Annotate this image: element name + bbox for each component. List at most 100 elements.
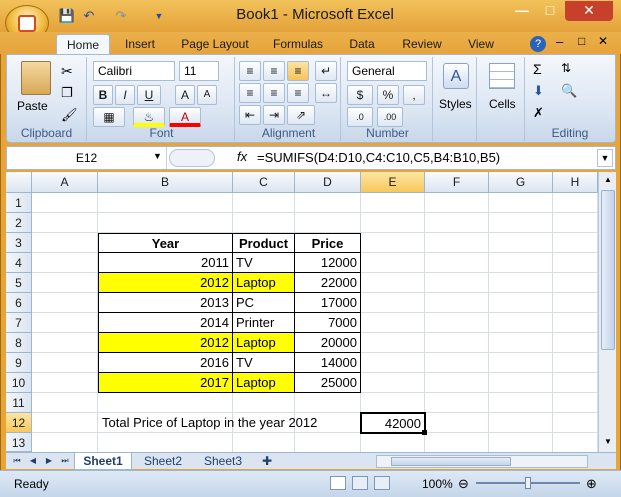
year-cell[interactable]: 2011: [98, 253, 233, 273]
price-cell[interactable]: 20000: [295, 333, 361, 353]
formula-input[interactable]: =SUMIFS(D4:D10,C4:C10,C5,B4:B10,B5): [257, 150, 500, 165]
price-cell[interactable]: 7000: [295, 313, 361, 333]
paste-button[interactable]: Paste: [17, 99, 48, 113]
column-header[interactable]: D: [295, 172, 361, 193]
row-header[interactable]: 13: [6, 433, 32, 452]
tab-review[interactable]: Review: [396, 34, 448, 54]
clear-icon[interactable]: ✗: [533, 105, 544, 121]
header-year[interactable]: Year: [98, 233, 233, 253]
row-header[interactable]: 1: [6, 193, 32, 213]
worksheet[interactable]: A B C D E F G H 1 2 3 4 5 6 7 8 9 10 11 …: [6, 172, 598, 453]
align-center-button[interactable]: ≡: [263, 83, 285, 103]
header-price[interactable]: Price: [295, 233, 361, 253]
row-header[interactable]: 6: [6, 293, 32, 313]
column-header[interactable]: F: [425, 172, 489, 193]
redo-icon[interactable]: ↷: [112, 7, 130, 25]
fill-icon[interactable]: ⬇: [533, 83, 544, 99]
zoom-out-icon[interactable]: ⊖: [458, 476, 469, 492]
column-header[interactable]: H: [553, 172, 598, 193]
formula-bar-resize-handle[interactable]: [169, 149, 215, 167]
total-label[interactable]: Total Price of Laptop in the year 2012: [99, 413, 320, 433]
align-middle-button[interactable]: ≡: [263, 61, 285, 81]
column-header[interactable]: G: [489, 172, 553, 193]
bold-button[interactable]: B: [93, 85, 113, 105]
zoom-slider-thumb[interactable]: [525, 477, 531, 489]
find-select-icon[interactable]: 🔍: [561, 83, 577, 99]
product-cell[interactable]: PC: [233, 293, 295, 313]
copy-icon[interactable]: ❐: [61, 85, 73, 101]
zoom-in-icon[interactable]: ⊕: [586, 476, 597, 492]
horizontal-scroll-thumb[interactable]: [391, 457, 511, 466]
year-cell[interactable]: 2013: [98, 293, 233, 313]
grow-font-button[interactable]: A: [175, 85, 195, 105]
borders-button[interactable]: ▦: [93, 107, 125, 127]
column-header[interactable]: A: [32, 172, 98, 193]
product-cell[interactable]: Laptop: [233, 273, 295, 293]
name-box[interactable]: E12: [7, 147, 167, 169]
tab-data[interactable]: Data: [342, 34, 382, 54]
price-cell[interactable]: 12000: [295, 253, 361, 273]
font-color-button[interactable]: A: [169, 107, 201, 127]
styles-button[interactable]: Styles: [439, 97, 472, 111]
name-box-dropdown-icon[interactable]: ▼: [153, 151, 162, 161]
sheet-tab-sheet1[interactable]: Sheet1: [74, 453, 132, 470]
header-product[interactable]: Product: [233, 233, 295, 253]
next-sheet-icon[interactable]: ▶: [42, 453, 56, 470]
autosum-icon[interactable]: Σ: [533, 61, 542, 77]
comma-button[interactable]: ,: [403, 85, 425, 105]
save-icon[interactable]: 💾: [58, 7, 76, 25]
year-cell[interactable]: 2014: [98, 313, 233, 333]
row-header[interactable]: 2: [6, 213, 32, 233]
row-header[interactable]: 7: [6, 313, 32, 333]
scroll-up-icon[interactable]: ▲: [600, 172, 616, 188]
font-size-select[interactable]: 11: [179, 61, 219, 81]
year-cell[interactable]: 2012: [98, 333, 233, 353]
currency-button[interactable]: $: [347, 85, 373, 105]
prev-sheet-icon[interactable]: ◀: [26, 453, 40, 470]
row-header[interactable]: 4: [6, 253, 32, 273]
price-cell[interactable]: 17000: [295, 293, 361, 313]
total-value-cell[interactable]: 42000: [360, 412, 426, 434]
row-header[interactable]: 12: [6, 413, 32, 433]
tab-page-layout[interactable]: Page Layout: [176, 34, 254, 54]
first-sheet-icon[interactable]: ⏮: [10, 453, 24, 470]
sort-filter-icon[interactable]: ⇅: [561, 61, 571, 75]
undo-icon[interactable]: ↶: [80, 7, 98, 25]
price-cell[interactable]: 14000: [295, 353, 361, 373]
ribbon-minimize-icon[interactable]: –: [556, 34, 563, 49]
page-break-view-icon[interactable]: [374, 476, 390, 490]
format-painter-icon[interactable]: 🖌: [61, 107, 78, 123]
customize-qat-icon[interactable]: ▼: [150, 7, 168, 25]
row-header[interactable]: 8: [6, 333, 32, 353]
product-cell[interactable]: TV: [233, 353, 295, 373]
vertical-scroll-thumb[interactable]: [601, 190, 615, 350]
year-cell[interactable]: 2012: [98, 273, 233, 293]
expand-formula-bar-icon[interactable]: ▼: [597, 149, 613, 167]
align-top-button[interactable]: ≡: [239, 61, 261, 81]
ribbon-close-icon[interactable]: ✕: [598, 34, 608, 48]
italic-button[interactable]: I: [115, 85, 135, 105]
underline-button[interactable]: U: [137, 85, 161, 105]
decrease-indent-button[interactable]: ⇤: [239, 105, 261, 125]
row-header[interactable]: 10: [6, 373, 32, 393]
sheet-tab-sheet2[interactable]: Sheet2: [134, 453, 192, 470]
tab-formulas[interactable]: Formulas: [266, 34, 330, 54]
tab-home[interactable]: Home: [56, 34, 110, 54]
maximize-button[interactable]: □: [537, 1, 563, 21]
tab-view[interactable]: View: [460, 34, 502, 54]
zoom-level[interactable]: 100%: [422, 477, 453, 491]
vertical-scrollbar[interactable]: ▲ ▼: [598, 172, 616, 452]
shrink-font-button[interactable]: A: [197, 85, 217, 105]
row-header[interactable]: 5: [6, 273, 32, 293]
column-header[interactable]: C: [233, 172, 295, 193]
scroll-down-icon[interactable]: ▼: [600, 434, 616, 450]
styles-icon[interactable]: A: [443, 63, 469, 89]
align-right-button[interactable]: ≡: [287, 83, 309, 103]
row-header[interactable]: 3: [6, 233, 32, 253]
column-header[interactable]: B: [98, 172, 233, 193]
ribbon-restore-icon[interactable]: □: [578, 34, 585, 48]
normal-view-icon[interactable]: [330, 476, 346, 490]
product-cell[interactable]: Printer: [233, 313, 295, 333]
product-cell[interactable]: Laptop: [233, 333, 295, 353]
cut-icon[interactable]: ✂: [61, 63, 73, 80]
